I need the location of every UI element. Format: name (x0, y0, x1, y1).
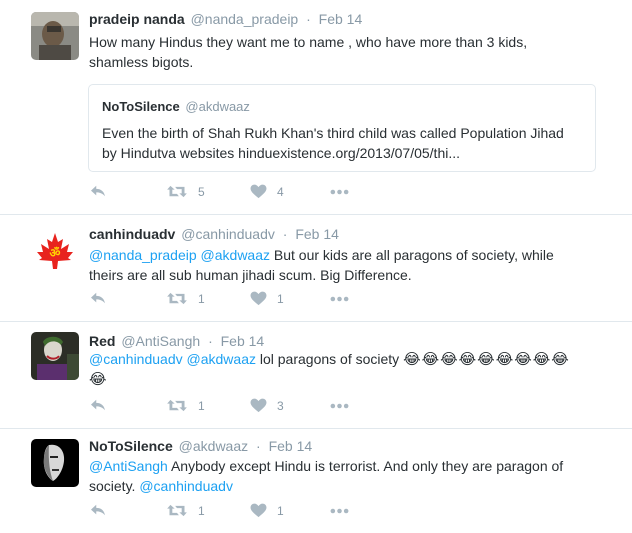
author-name[interactable]: pradeip nanda (89, 11, 185, 27)
tweet-actions: 1 3 (89, 398, 389, 418)
tweet-3[interactable]: Red @AntiSangh · Feb 14 @canhinduadv @ak… (0, 322, 632, 428)
tweet-text-line: lol paragons of society (259, 351, 400, 367)
like-button[interactable]: 4 (250, 184, 284, 199)
author-name[interactable]: Red (89, 333, 115, 349)
laughing-emoji-row: 😂😂😂😂😂😂😂😂😂 (403, 351, 570, 368)
more-icon (330, 403, 349, 409)
reply-button[interactable] (89, 503, 107, 517)
mention-link[interactable]: @akdwaaz (187, 351, 256, 367)
more-button[interactable] (330, 296, 349, 302)
retweet-count: 1 (198, 503, 205, 518)
retweet-button[interactable]: 1 (166, 398, 205, 413)
like-button[interactable]: 3 (250, 398, 284, 413)
tweet-actions: 1 1 (89, 503, 389, 523)
more-icon (330, 189, 349, 195)
quoted-text-line: by Hindutva websites hinduexistence.org/… (102, 145, 461, 161)
author-handle[interactable]: @AntiSangh (121, 333, 200, 349)
tweet-2[interactable]: ॐ canhinduadv @canhinduadv · Feb 14 @nan… (0, 215, 632, 321)
author-name[interactable]: canhinduadv (89, 226, 175, 242)
quoted-author-name: NoToSilence (102, 99, 180, 114)
author-handle[interactable]: @canhinduadv (181, 226, 275, 242)
author-name[interactable]: NoToSilence (89, 438, 173, 454)
tweet-text: @canhinduadv @akdwaaz lol paragons of so… (89, 349, 619, 390)
tweet-actions: 5 4 (89, 184, 389, 204)
mention-link[interactable]: @nanda_pradeip (89, 247, 197, 263)
quoted-tweet[interactable]: NoToSilence @akdwaaz Even the birth of S… (88, 84, 596, 172)
tweet-text-line: But our kids are all paragons of society… (273, 247, 554, 263)
more-icon (330, 508, 349, 514)
reply-icon (89, 291, 107, 305)
timestamp[interactable]: Feb 14 (221, 333, 265, 349)
tweet-text-line: shamless bigots. (89, 54, 194, 70)
mention-link[interactable]: @AntiSangh (89, 458, 168, 474)
mention-link[interactable]: @akdwaaz (201, 247, 270, 263)
retweet-button[interactable]: 1 (166, 503, 205, 518)
reply-button[interactable] (89, 398, 107, 412)
retweet-button[interactable]: 5 (166, 184, 205, 199)
like-count: 3 (277, 398, 284, 413)
heart-icon (250, 503, 267, 518)
author-handle[interactable]: @nanda_pradeip (191, 11, 299, 27)
separator-dot: · (208, 333, 213, 349)
tweet-text-line: How many Hindus they want me to name , w… (89, 34, 528, 50)
retweet-count: 1 (198, 398, 205, 413)
like-button[interactable]: 1 (250, 503, 284, 518)
like-button[interactable]: 1 (250, 291, 284, 306)
like-count: 1 (277, 291, 284, 306)
avatar[interactable] (31, 439, 79, 487)
quoted-text-line: Even the birth of Shah Rukh Khan's third… (102, 125, 564, 141)
author-handle[interactable]: @akdwaaz (179, 438, 248, 454)
retweet-count: 5 (198, 184, 205, 199)
reply-button[interactable] (89, 184, 107, 198)
tweet-text: @AntiSangh Anybody except Hindu is terro… (89, 456, 619, 496)
separator-dot: · (282, 226, 288, 242)
retweet-icon (166, 398, 188, 413)
heart-icon (250, 398, 267, 413)
tweet-1[interactable]: pradeip nanda @nanda_pradeip · Feb 14 Ho… (0, 0, 632, 214)
retweet-button[interactable]: 1 (166, 291, 205, 306)
reply-icon (89, 184, 107, 198)
more-button[interactable] (330, 403, 349, 409)
timestamp[interactable]: Feb 14 (295, 226, 339, 242)
separator-dot: · (306, 11, 311, 27)
avatar[interactable] (31, 12, 79, 60)
like-count: 4 (277, 184, 284, 199)
quoted-text: Even the birth of Shah Rukh Khan's third… (102, 123, 582, 163)
more-button[interactable] (330, 508, 349, 514)
mention-link[interactable]: @canhinduadv (139, 478, 233, 494)
mention-link[interactable]: @canhinduadv (89, 351, 183, 367)
retweet-icon (166, 503, 188, 518)
tweet-actions: 1 1 (89, 291, 389, 311)
reply-button[interactable] (89, 291, 107, 305)
heart-icon (250, 291, 267, 306)
timestamp[interactable]: Feb 14 (319, 11, 363, 27)
retweet-icon (166, 184, 188, 199)
quoted-author-handle: @akdwaaz (185, 99, 250, 114)
tweet-text-line: society. (89, 478, 136, 494)
reply-icon (89, 398, 107, 412)
separator-dot: · (256, 438, 261, 454)
retweet-count: 1 (198, 291, 205, 306)
more-icon (330, 296, 349, 302)
tweet-text: How many Hindus they want me to name , w… (89, 32, 619, 72)
svg-text:ॐ: ॐ (50, 246, 61, 260)
avatar[interactable]: ॐ (31, 227, 79, 275)
heart-icon (250, 184, 267, 199)
reply-icon (89, 503, 107, 517)
timestamp[interactable]: Feb 14 (269, 438, 313, 454)
tweet-4[interactable]: NoToSilence @akdwaaz · Feb 14 @AntiSangh… (0, 429, 632, 533)
tweet-text-line: theirs are all sub human jihadi scum. Bi… (89, 267, 412, 283)
avatar[interactable] (31, 332, 79, 380)
tweet-text-line: Anybody except Hindu is terrorist. And o… (170, 458, 564, 474)
retweet-icon (166, 291, 188, 306)
tweet-text: @nanda_pradeip @akdwaaz But our kids are… (89, 245, 619, 285)
laughing-emoji-row: 😂 (89, 371, 108, 388)
more-button[interactable] (330, 189, 349, 195)
like-count: 1 (277, 503, 284, 518)
